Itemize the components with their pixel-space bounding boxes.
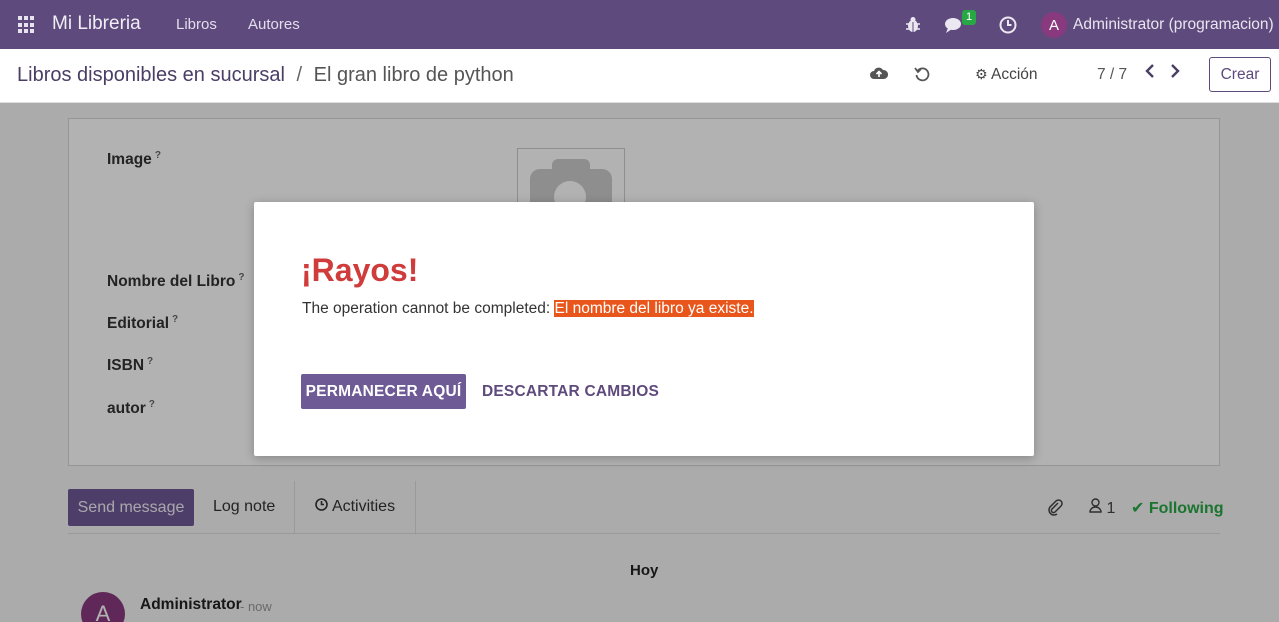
create-button[interactable]: Crear xyxy=(1209,57,1271,92)
app-brand[interactable]: Mi Libreria xyxy=(52,13,141,35)
user-menu[interactable]: Administrator (programacion) xyxy=(1073,16,1274,34)
breadcrumb-current: El gran libro de python xyxy=(313,64,514,86)
dialog-message-highlight: El nombre del libro ya existe. xyxy=(554,300,754,317)
cloud-save-icon[interactable] xyxy=(870,66,889,85)
pager-value[interactable]: 7 / 7 xyxy=(1097,66,1127,84)
discard-undo-icon[interactable] xyxy=(914,66,930,87)
menu-libros[interactable]: Libros xyxy=(176,16,217,33)
action-label: Acción xyxy=(991,66,1038,83)
gear-icon: ⚙ xyxy=(975,66,988,82)
stay-here-button[interactable]: PERMANECER AQUÍ xyxy=(301,374,466,409)
top-navbar: Mi Libreria Libros Autores 1 A Administr… xyxy=(0,0,1279,49)
action-menu-button[interactable]: ⚙ Acción xyxy=(975,66,1038,84)
dialog-message: The operation cannot be completed: El no… xyxy=(302,300,754,318)
breadcrumb-separator: / xyxy=(296,64,303,86)
discard-changes-button[interactable]: DESCARTAR CAMBIOS xyxy=(482,383,659,401)
control-panel: Libros disponibles en sucursal / El gran… xyxy=(0,49,1279,103)
dialog-title: ¡Rayos! xyxy=(301,252,419,288)
menu-autores[interactable]: Autores xyxy=(248,16,300,33)
dialog-message-prefix: The operation cannot be completed: xyxy=(302,300,555,317)
warning-dialog: ¡Rayos! The operation cannot be complete… xyxy=(254,202,1034,456)
apps-menu-icon[interactable] xyxy=(18,16,36,34)
pager-next-icon[interactable] xyxy=(1169,62,1181,86)
pager-previous-icon[interactable] xyxy=(1144,62,1156,86)
breadcrumb-parent[interactable]: Libros disponibles en sucursal xyxy=(17,64,285,86)
user-avatar[interactable]: A xyxy=(1041,12,1067,38)
bug-icon[interactable] xyxy=(905,16,921,38)
activity-clock-icon[interactable] xyxy=(999,16,1017,39)
messages-badge: 1 xyxy=(962,10,977,25)
breadcrumb: Libros disponibles en sucursal / El gran… xyxy=(17,64,514,87)
